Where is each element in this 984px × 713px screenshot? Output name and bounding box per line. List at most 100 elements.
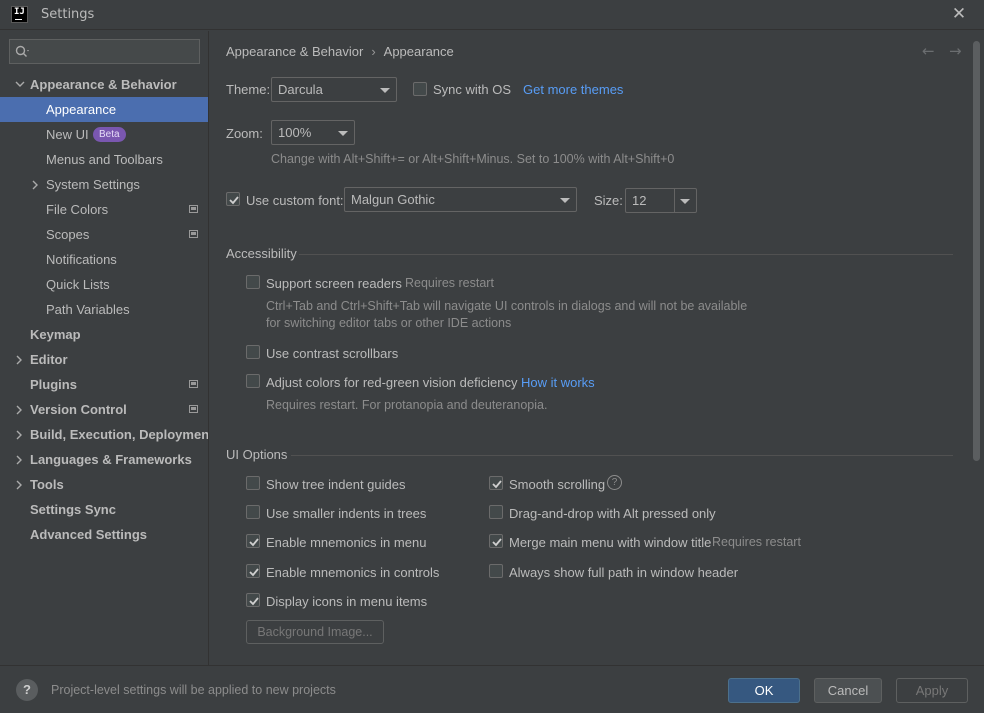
font-dropdown[interactable]: Malgun Gothic	[344, 187, 577, 212]
sidebar-item-menus-and-toolbars[interactable]: Menus and Toolbars	[0, 147, 208, 172]
chevron-down-icon	[338, 131, 348, 136]
sidebar-item-label: Path Variables	[46, 302, 130, 317]
ok-button[interactable]: OK	[728, 678, 800, 703]
chevron-down-icon	[680, 199, 690, 204]
use-smaller-indents-in-trees-label: Use smaller indents in trees	[266, 506, 427, 521]
cancel-button[interactable]: Cancel	[814, 678, 882, 703]
screen-readers-checkbox[interactable]	[246, 275, 260, 289]
chevron-down-icon	[380, 88, 390, 93]
close-icon[interactable]: ✕	[950, 4, 968, 24]
help-icon[interactable]: ?	[607, 475, 622, 490]
theme-dropdown[interactable]: Darcula	[271, 77, 397, 102]
get-more-themes-link[interactable]: Get more themes	[523, 82, 623, 97]
apply-button[interactable]: Apply	[896, 678, 968, 703]
sidebar-item-file-colors[interactable]: File Colors	[0, 197, 208, 222]
merge-main-menu-with-window-title-label: Merge main menu with window title	[509, 535, 712, 550]
sidebar-item-label: Tools	[30, 477, 64, 492]
settings-content: Appearance & Behavior › Appearance ← → The…	[208, 31, 984, 665]
beta-badge: Beta	[93, 127, 126, 142]
drag-and-drop-with-alt-pressed-only-checkbox[interactable]	[489, 505, 503, 519]
back-arrow-icon[interactable]: ←	[922, 42, 935, 60]
always-show-full-path-in-window-header-checkbox[interactable]	[489, 564, 503, 578]
chevron-down-icon[interactable]	[15, 72, 25, 97]
sync-os-checkbox[interactable]	[413, 82, 427, 96]
sidebar-item-label: Notifications	[46, 252, 117, 267]
sidebar-item-languages-frameworks[interactable]: Languages & Frameworks	[0, 447, 208, 472]
section-divider	[291, 455, 953, 456]
sidebar-item-advanced-settings[interactable]: Advanced Settings	[0, 522, 208, 547]
project-level-note: Project-level settings will be applied t…	[51, 683, 336, 697]
sidebar-item-editor[interactable]: Editor	[0, 347, 208, 372]
window-title: Settings	[41, 7, 95, 22]
sidebar-item-tools[interactable]: Tools	[0, 472, 208, 497]
sidebar-item-version-control[interactable]: Version Control	[0, 397, 208, 422]
zoom-dropdown[interactable]: 100%	[271, 120, 355, 145]
font-size-label: Size:	[594, 193, 623, 208]
scrollbar[interactable]	[973, 41, 980, 461]
ui-options-section-title: UI Options	[226, 447, 288, 462]
enable-mnemonics-in-controls-checkbox[interactable]	[246, 564, 260, 578]
contrast-scrollbars-checkbox[interactable]	[246, 345, 260, 359]
sidebar-item-appearance-behavior[interactable]: Appearance & Behavior	[0, 72, 208, 97]
sidebar-item-system-settings[interactable]: System Settings	[0, 172, 208, 197]
enable-mnemonics-in-menu-checkbox[interactable]	[246, 534, 260, 548]
sidebar-item-label: Keymap	[30, 327, 81, 342]
sidebar-item-label: Build, Execution, Deployment	[30, 427, 214, 442]
red-green-label: Adjust colors for red-green vision defic…	[266, 375, 518, 390]
display-icons-in-menu-items-label: Display icons in menu items	[266, 594, 428, 609]
font-size-dropdown[interactable]: 12	[625, 188, 697, 213]
title-bar: IJ Settings ✕	[0, 0, 984, 30]
sidebar-item-label: System Settings	[46, 177, 140, 192]
breadcrumb-parent[interactable]: Appearance & Behavior	[226, 44, 363, 59]
chevron-right-icon[interactable]	[15, 347, 25, 372]
sidebar-item-label: Scopes	[46, 227, 90, 242]
sidebar-item-label: New UI	[46, 127, 89, 142]
sidebar-item-settings-sync[interactable]: Settings Sync	[0, 497, 208, 522]
sidebar-item-plugins[interactable]: Plugins	[0, 372, 208, 397]
custom-font-checkbox[interactable]	[226, 192, 240, 206]
help-icon[interactable]: ?	[16, 679, 38, 701]
use-smaller-indents-in-trees-checkbox[interactable]	[246, 505, 260, 519]
sidebar-item-label: Languages & Frameworks	[30, 452, 192, 467]
smooth-scrolling-label: Smooth scrolling	[509, 477, 606, 492]
smooth-scrolling-checkbox[interactable]	[489, 476, 503, 490]
chevron-right-icon[interactable]	[31, 172, 41, 197]
sidebar-item-build-execution-deployment[interactable]: Build, Execution, Deployment	[0, 422, 213, 447]
sidebar-item-path-variables[interactable]: Path Variables	[0, 297, 208, 322]
project-level-icon	[189, 205, 198, 213]
chevron-down-icon	[560, 198, 570, 203]
checkmark-icon	[249, 538, 259, 547]
sidebar-item-quick-lists[interactable]: Quick Lists	[0, 272, 208, 297]
sidebar-item-keymap[interactable]: Keymap	[0, 322, 208, 347]
font-value: Malgun Gothic	[351, 192, 435, 207]
custom-font-label: Use custom font:	[246, 193, 344, 208]
screen-readers-label: Support screen readers	[266, 276, 402, 291]
display-icons-in-menu-items-checkbox[interactable]	[246, 593, 260, 607]
how-it-works-link[interactable]: How it works	[521, 375, 595, 390]
sidebar-item-notifications[interactable]: Notifications	[0, 247, 208, 272]
project-level-icon	[189, 230, 198, 238]
sidebar-item-scopes[interactable]: Scopes	[0, 222, 208, 247]
chevron-right-icon[interactable]	[15, 422, 25, 447]
chevron-right-icon[interactable]	[15, 397, 25, 422]
checkmark-icon	[492, 538, 502, 547]
sidebar-item-new-ui[interactable]: New UI Beta	[0, 122, 208, 147]
red-green-desc: Requires restart. For protanopia and deu…	[266, 398, 548, 412]
checkmark-icon	[229, 196, 239, 205]
sidebar-item-label: Editor	[30, 352, 68, 367]
sidebar-item-appearance[interactable]: Appearance	[0, 97, 208, 122]
checkmark-icon	[249, 597, 259, 606]
forward-arrow-icon[interactable]: →	[949, 42, 962, 60]
chevron-right-icon[interactable]	[15, 447, 25, 472]
sidebar-item-label: Appearance	[46, 102, 117, 117]
chevron-right-icon[interactable]	[15, 472, 25, 497]
red-green-checkbox[interactable]	[246, 374, 260, 388]
search-input[interactable]	[9, 39, 200, 64]
background-image-button[interactable]: Background Image...	[246, 620, 384, 644]
merge-main-menu-with-window-title-checkbox[interactable]	[489, 534, 503, 548]
project-level-icon	[189, 380, 198, 388]
sync-os-label: Sync with OS	[433, 82, 512, 97]
show-tree-indent-guides-checkbox[interactable]	[246, 476, 260, 490]
breadcrumb-separator: ›	[371, 44, 376, 59]
enable-mnemonics-in-controls-label: Enable mnemonics in controls	[266, 565, 440, 580]
